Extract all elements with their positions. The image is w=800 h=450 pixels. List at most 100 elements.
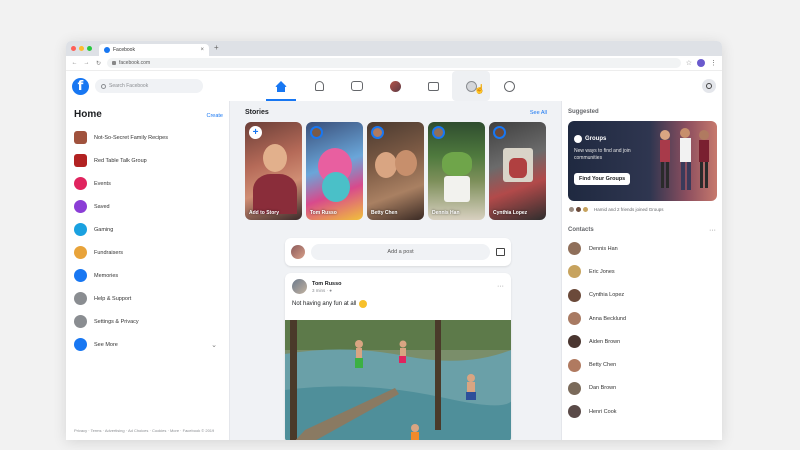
- create-link[interactable]: Create: [206, 113, 223, 119]
- tab-profile[interactable]: [376, 71, 414, 101]
- avatar: [568, 358, 581, 372]
- contact-item[interactable]: Dan Brown: [568, 377, 716, 400]
- back-arrow-icon[interactable]: ←: [71, 60, 78, 66]
- contact-item[interactable]: Henri Cook: [568, 400, 716, 423]
- story-card[interactable]: Tom Russo: [306, 122, 363, 220]
- tab-home[interactable]: [262, 71, 300, 101]
- new-tab-button[interactable]: +: [214, 43, 219, 52]
- sidebar-item[interactable]: Saved: [74, 195, 223, 218]
- contact-name: Eric Jones: [589, 268, 615, 275]
- story-name: Add to Story: [249, 210, 279, 216]
- sidebar-item-label: See More: [94, 341, 118, 348]
- tab-watch[interactable]: [338, 71, 376, 101]
- contact-item[interactable]: Eric Jones: [568, 260, 716, 283]
- sidebar-item[interactable]: Red Table Talk Group: [74, 149, 223, 172]
- contacts-title: Contacts: [568, 227, 594, 233]
- post-timestamp[interactable]: 3 mins ·: [312, 288, 329, 293]
- forward-arrow-icon[interactable]: →: [83, 60, 90, 66]
- browser-tab-facebook[interactable]: Facebook ×: [99, 44, 209, 56]
- reload-icon[interactable]: ↻: [95, 60, 102, 67]
- facebook-logo[interactable]: f: [72, 77, 89, 95]
- browser-profile-avatar[interactable]: [697, 59, 705, 67]
- tab-groups[interactable]: ☝: [452, 71, 490, 101]
- post-header: Tom Russo 3 mins · ● ···: [285, 273, 511, 300]
- sidebar-item[interactable]: Settings & Privacy: [74, 310, 223, 333]
- contact-item[interactable]: Cynthia Lopez: [568, 284, 716, 307]
- avatar: [582, 206, 589, 213]
- tab-gaming[interactable]: [490, 71, 528, 101]
- memories-icon: [74, 269, 87, 282]
- contact-item[interactable]: Anna Becklund: [568, 307, 716, 330]
- story-card[interactable]: Cynthia Lopez: [489, 122, 546, 220]
- browser-menu-icon[interactable]: ⋮: [710, 59, 717, 67]
- contact-name: Anna Becklund: [589, 315, 626, 322]
- find-your-groups-button[interactable]: Find Your Groups: [574, 173, 631, 185]
- saved-icon: [74, 200, 87, 213]
- sidebar-item[interactable]: Gaming: [74, 218, 223, 241]
- story-author-avatar: [310, 126, 323, 139]
- gaming-icon: [74, 223, 87, 236]
- photo-icon[interactable]: [496, 248, 505, 256]
- contact-item[interactable]: Aiden Brown: [568, 330, 716, 353]
- audience-icon: ●: [329, 287, 332, 293]
- minimize-window-button[interactable]: [79, 46, 84, 51]
- search-input[interactable]: Search Facebook: [95, 79, 203, 93]
- sidebar-item[interactable]: Not-So-Secret Family Recipes: [74, 126, 223, 149]
- story-photo: [263, 144, 287, 172]
- stories-title: Stories: [245, 109, 269, 116]
- post-photo[interactable]: [285, 320, 511, 440]
- address-bar[interactable]: facebook.com: [107, 58, 681, 68]
- see-all-stories-link[interactable]: See All: [530, 110, 547, 116]
- contact-name: Dennis Han: [589, 245, 618, 252]
- sidebar-item[interactable]: Help & Support: [74, 287, 223, 310]
- post-author-name[interactable]: Tom Russo: [312, 281, 342, 287]
- avatar: [568, 335, 581, 349]
- story-card[interactable]: Betty Chen: [367, 122, 424, 220]
- sidebar-item[interactable]: Fundraisers: [74, 241, 223, 264]
- story-name: Tom Russo: [310, 210, 337, 216]
- post-author-avatar[interactable]: [292, 279, 307, 294]
- maximize-window-button[interactable]: [87, 46, 92, 51]
- story-name: Cynthia Lopez: [493, 210, 528, 216]
- joined-groups-text: Hamid and 2 friends joined Groups: [594, 207, 664, 212]
- contact-item[interactable]: Betty Chen: [568, 353, 716, 376]
- lock-icon: [112, 61, 116, 65]
- bookmark-star-icon[interactable]: ☆: [686, 59, 692, 67]
- story-photo-detail: [444, 176, 470, 202]
- events-icon: [74, 177, 87, 190]
- sidebar-item[interactable]: Events: [74, 172, 223, 195]
- sidebar-item-label: Events: [94, 180, 111, 187]
- suggested-title: Suggested: [568, 109, 599, 115]
- page-content: Home Create Not-So-Secret Family Recipes…: [66, 101, 722, 440]
- stories-row: + Add to Story Tom Russo Betty Chen Denn…: [241, 122, 551, 220]
- see-more-icon: [74, 338, 87, 351]
- post-options-button[interactable]: ···: [497, 283, 504, 290]
- browser-window: Facebook × + ← → ↻ facebook.com ☆ ⋮ f Se…: [66, 41, 722, 440]
- marketplace-icon: [427, 81, 439, 91]
- contacts-options-button[interactable]: ···: [709, 227, 716, 234]
- laughing-emoji-icon: [359, 300, 368, 308]
- contact-item[interactable]: Dennis Han: [568, 237, 716, 260]
- story-name: Betty Chen: [371, 210, 398, 216]
- home-icon: [275, 81, 287, 92]
- post-text: Not having any fun at all: [285, 300, 511, 314]
- contact-name: Cynthia Lopez: [589, 292, 625, 299]
- sidebar-item[interactable]: See More ⌄: [74, 333, 223, 356]
- footer-links[interactable]: Privacy · Terms · Advertising · Ad Choic…: [74, 428, 224, 434]
- story-card-add[interactable]: + Add to Story: [245, 122, 302, 220]
- close-window-button[interactable]: [71, 46, 76, 51]
- tab-notifications[interactable]: [300, 71, 338, 101]
- browser-toolbar: ← → ↻ facebook.com ☆ ⋮: [66, 56, 722, 71]
- groups-promo-card[interactable]: Groups New ways to find and join communi…: [568, 121, 717, 201]
- add-post-input[interactable]: Add a post: [311, 244, 490, 260]
- settings-icon: [74, 315, 87, 328]
- close-tab-icon[interactable]: ×: [200, 47, 204, 53]
- profile-avatar-icon: [389, 80, 401, 92]
- tab-marketplace[interactable]: [414, 71, 452, 101]
- address-bar-url: facebook.com: [119, 60, 151, 66]
- sidebar-item[interactable]: Memories: [74, 264, 223, 287]
- account-menu-button[interactable]: [702, 79, 716, 93]
- post-composer: Add a post: [285, 238, 511, 266]
- story-card[interactable]: Dennis Han: [428, 122, 485, 220]
- story-name: Dennis Han: [432, 210, 460, 216]
